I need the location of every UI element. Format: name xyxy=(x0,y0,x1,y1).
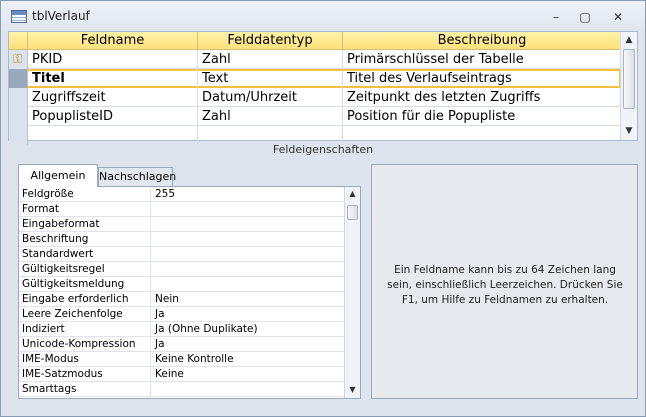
property-name: Eingabe erforderlich xyxy=(19,292,151,307)
property-row[interactable]: Format xyxy=(19,202,345,217)
property-value[interactable]: 255 xyxy=(152,187,342,202)
property-name: Eingabeformat xyxy=(19,217,151,232)
field-properties-label: Feldeigenschaften xyxy=(272,143,374,156)
property-vertical-scrollbar[interactable]: ▲ ▼ xyxy=(344,187,360,398)
tab-allgemein[interactable]: Allgemein xyxy=(18,164,98,187)
table-row[interactable]: ⚿ PKID Zahl Primärschlüssel der Tabelle xyxy=(9,50,621,69)
field-grid: Feldname Felddatentyp Beschreibung ⚿ PKI… xyxy=(8,31,638,145)
property-name: Indiziert xyxy=(19,322,151,337)
help-text: Ein Feldname kann bis zu 64 Zeichen lang… xyxy=(387,264,623,306)
property-value[interactable] xyxy=(152,247,342,262)
property-row[interactable]: Smarttags xyxy=(19,382,345,397)
window-title: tblVerlauf xyxy=(32,9,90,23)
property-value[interactable] xyxy=(152,262,342,277)
row-selector[interactable] xyxy=(9,69,28,88)
property-name: Feldgröße xyxy=(19,187,151,202)
property-sheet: Feldgröße 255 Format Eingabeformat Beschr… xyxy=(18,186,361,399)
property-value[interactable] xyxy=(152,202,342,217)
property-name: Smarttags xyxy=(19,382,151,397)
property-value[interactable]: Ja (Ohne Duplikate) xyxy=(152,322,342,337)
property-name: Leere Zeichenfolge xyxy=(19,307,151,322)
property-value[interactable]: Keine xyxy=(152,367,342,382)
field-description-cell[interactable]: Zeitpunkt des letzten Zugriffs xyxy=(343,88,621,107)
property-row[interactable]: Unicode-Kompression Ja xyxy=(19,337,345,352)
close-button[interactable]: ✕ xyxy=(607,9,629,25)
scroll-down-icon[interactable]: ▼ xyxy=(345,383,360,397)
field-name-cell[interactable]: PKID xyxy=(28,50,198,69)
property-value[interactable]: Ja xyxy=(152,337,342,352)
scroll-up-icon[interactable]: ▲ xyxy=(621,32,637,48)
minimize-button[interactable]: – xyxy=(545,9,567,25)
property-name: Standardwert xyxy=(19,247,151,262)
field-description-cell[interactable]: Primärschlüssel der Tabelle xyxy=(343,50,621,69)
property-row[interactable]: Beschriftung xyxy=(19,232,345,247)
header-felddatentyp[interactable]: Felddatentyp xyxy=(198,32,343,50)
restore-button[interactable]: ▢ xyxy=(574,9,596,25)
property-value[interactable] xyxy=(152,382,342,397)
scroll-down-icon[interactable]: ▼ xyxy=(621,123,637,139)
help-panel: Ein Feldname kann bis zu 64 Zeichen lang… xyxy=(371,164,638,399)
header-beschreibung[interactable]: Beschreibung xyxy=(343,32,621,50)
title-bar[interactable]: tblVerlauf – ▢ ✕ xyxy=(1,1,645,31)
field-name-cell[interactable]: Titel xyxy=(28,69,198,88)
property-name: Beschriftung xyxy=(19,232,151,247)
property-value[interactable]: Ja xyxy=(152,307,342,322)
property-value[interactable]: Nein xyxy=(152,292,342,307)
field-type-cell[interactable]: Zahl xyxy=(198,107,343,126)
table-icon xyxy=(11,10,27,23)
primary-key-icon: ⚿ xyxy=(13,52,23,66)
field-name-cell[interactable]: PopuplisteID xyxy=(28,107,198,126)
property-row[interactable]: Feldgröße 255 xyxy=(19,187,345,202)
property-name: IME-Satzmodus xyxy=(19,367,151,382)
table-design-window: tblVerlauf – ▢ ✕ Feldname Felddatentyp B… xyxy=(0,0,646,417)
property-row[interactable]: Gültigkeitsregel xyxy=(19,262,345,277)
property-name: IME-Modus xyxy=(19,352,151,367)
grid-vertical-scrollbar[interactable]: ▲ ▼ xyxy=(620,32,637,140)
property-row[interactable]: IME-Satzmodus Keine xyxy=(19,367,345,382)
property-row[interactable]: Eingabe erforderlich Nein xyxy=(19,292,345,307)
property-value[interactable] xyxy=(152,277,342,292)
field-description-cell[interactable]: Position für die Popupliste xyxy=(343,107,621,126)
property-name: Format xyxy=(19,202,151,217)
property-row[interactable]: Leere Zeichenfolge Ja xyxy=(19,307,345,322)
property-row[interactable]: Gültigkeitsmeldung xyxy=(19,277,345,292)
property-value[interactable]: Keine Kontrolle xyxy=(152,352,342,367)
property-name: Gültigkeitsregel xyxy=(19,262,151,277)
scroll-thumb[interactable] xyxy=(347,205,358,220)
field-description-cell[interactable]: Titel des Verlaufseintrags xyxy=(343,69,621,88)
property-row[interactable]: Eingabeformat xyxy=(19,217,345,232)
field-type-cell[interactable]: Text xyxy=(198,69,343,88)
header-selector xyxy=(9,32,28,50)
property-name: Gültigkeitsmeldung xyxy=(19,277,151,292)
scroll-up-icon[interactable]: ▲ xyxy=(345,187,360,201)
row-selector[interactable] xyxy=(9,88,28,107)
field-type-cell[interactable]: Zahl xyxy=(198,50,343,69)
tab-nachschlagen[interactable]: Nachschlagen xyxy=(98,167,176,186)
row-selector[interactable]: ⚿ xyxy=(9,50,28,69)
table-row-active[interactable]: Titel Text Titel des Verlaufseintrags xyxy=(9,69,621,88)
field-name-cell[interactable]: Zugriffszeit xyxy=(28,88,198,107)
table-row[interactable]: Zugriffszeit Datum/Uhrzeit Zeitpunkt des… xyxy=(9,88,621,107)
row-selector[interactable] xyxy=(9,107,28,126)
property-value[interactable] xyxy=(152,217,342,232)
property-row[interactable]: Standardwert xyxy=(19,247,345,262)
grid-header: Feldname Felddatentyp Beschreibung xyxy=(9,32,621,50)
field-type-cell[interactable]: Datum/Uhrzeit xyxy=(198,88,343,107)
header-feldname[interactable]: Feldname xyxy=(28,32,198,50)
property-value[interactable] xyxy=(152,232,342,247)
table-row[interactable]: PopuplisteID Zahl Position für die Popup… xyxy=(9,107,621,126)
property-name: Unicode-Kompression xyxy=(19,337,151,352)
property-row[interactable]: Indiziert Ja (Ohne Duplikate) xyxy=(19,322,345,337)
scroll-thumb[interactable] xyxy=(623,49,635,109)
property-row[interactable]: IME-Modus Keine Kontrolle xyxy=(19,352,345,367)
